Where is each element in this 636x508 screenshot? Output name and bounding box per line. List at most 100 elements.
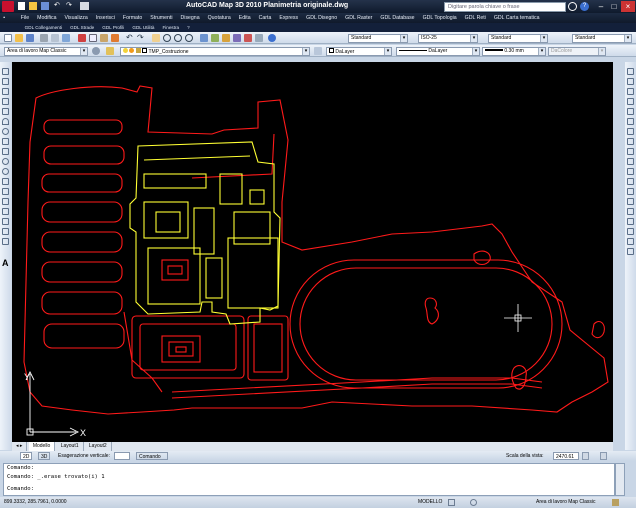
menu-item[interactable]: Express	[276, 13, 301, 23]
menu-item[interactable]: GDL Reti	[461, 13, 489, 23]
spline-icon[interactable]	[2, 148, 9, 155]
redo-tool-icon[interactable]: ↷	[137, 34, 145, 42]
menu-item[interactable]: Inserisci	[93, 13, 119, 23]
scale-icon[interactable]	[627, 138, 634, 145]
open-icon[interactable]	[29, 2, 37, 10]
command-window[interactable]: Comando: Comando: _.erase trovato(i) 1 C…	[3, 463, 615, 496]
command-prompt[interactable]: Comando:	[7, 486, 34, 492]
command-scrollbar[interactable]	[615, 463, 625, 496]
menu-item[interactable]: GDL Strade	[67, 23, 98, 32]
ellipse-icon[interactable]	[2, 158, 9, 165]
workspace-select[interactable]: Area di lavoro Map Classic ▾	[4, 46, 88, 56]
chamfer-icon[interactable]	[627, 198, 634, 205]
properties-icon[interactable]	[200, 34, 208, 42]
table-style-select[interactable]: Standard ▾	[488, 33, 548, 43]
undo-tool-icon[interactable]: ↶	[126, 34, 134, 42]
search-input[interactable]: Digitare parola chiave o frase	[444, 2, 566, 12]
menu-item[interactable]: GDL Carta tematica	[491, 13, 543, 23]
rectangle-icon[interactable]	[2, 108, 9, 115]
text-style-select[interactable]: Standard ▾	[348, 33, 408, 43]
drawing-area[interactable]: Y X	[12, 62, 613, 442]
view-3d-button[interactable]: 3D	[38, 452, 51, 460]
circle-icon[interactable]	[2, 128, 9, 135]
menu-item[interactable]: Finestra	[159, 23, 182, 32]
explode-icon[interactable]	[627, 218, 634, 225]
hatch-icon[interactable]	[2, 208, 9, 215]
break-icon[interactable]	[627, 178, 634, 185]
app-logo-icon[interactable]	[2, 1, 14, 12]
menu-item[interactable]: Modifica	[34, 13, 60, 23]
zoom-icon[interactable]	[470, 499, 477, 506]
menu-item[interactable]: ?	[184, 23, 193, 32]
menu-item[interactable]: Carta	[255, 13, 274, 23]
layout-icon[interactable]	[448, 499, 455, 506]
pan-icon[interactable]	[152, 34, 160, 42]
arc-icon[interactable]	[2, 118, 9, 125]
menu-item[interactable]: Formato	[120, 13, 146, 23]
mirror-icon[interactable]	[627, 88, 634, 95]
trim-icon[interactable]	[627, 158, 634, 165]
polyline-icon[interactable]	[2, 88, 9, 95]
ellipse-arc-icon[interactable]	[2, 168, 9, 175]
command-button[interactable]: Comando	[136, 452, 168, 460]
line-icon[interactable]	[2, 68, 9, 75]
zoom-realtime-icon[interactable]	[163, 34, 171, 42]
lineweight-select[interactable]: 0.30 mm ▾	[482, 46, 546, 56]
menu-item[interactable]: GDL Raster	[342, 13, 376, 23]
coordinates-readout[interactable]: 899.3332, 285.7961, 0.0000	[4, 499, 67, 505]
scale-lock-icon[interactable]	[582, 452, 589, 460]
paste-icon[interactable]	[100, 34, 108, 42]
point-icon[interactable]	[2, 198, 9, 205]
extend-icon[interactable]	[627, 168, 634, 175]
menu-item[interactable]: GDL Collegamenti	[21, 23, 65, 32]
copy-object-icon[interactable]	[627, 78, 634, 85]
new-icon[interactable]	[18, 2, 25, 10]
menu-icon[interactable]: ▪	[0, 13, 16, 23]
text-icon[interactable]: A	[2, 259, 9, 268]
modify-extra-icon[interactable]	[627, 248, 634, 255]
workspace-settings-icon[interactable]	[92, 47, 100, 55]
multileader-style-select[interactable]: Standard ▾	[572, 33, 632, 43]
dim-style-select[interactable]: ISO-25 ▾	[418, 33, 478, 43]
tab-nav-icon[interactable]: ◂ ▸	[12, 442, 28, 451]
menu-item[interactable]: Edita	[235, 13, 253, 23]
zoom-window-icon[interactable]	[174, 34, 182, 42]
menu-item[interactable]: File	[17, 13, 32, 23]
menu-item[interactable]: Disegna	[177, 13, 203, 23]
match-properties-icon[interactable]	[111, 34, 119, 42]
move-icon[interactable]	[627, 118, 634, 125]
linetype-select[interactable]: DaLayer ▾	[396, 46, 480, 56]
tool-palettes-icon[interactable]	[222, 34, 230, 42]
menu-item[interactable]: GDL Profili	[99, 23, 128, 32]
help-tool-icon[interactable]	[268, 34, 276, 42]
workspace-status-button[interactable]: Area di lavoro Map Classic	[536, 499, 595, 505]
construction-line-icon[interactable]	[2, 78, 9, 85]
table-icon[interactable]	[2, 238, 9, 245]
scale-input[interactable]: 2470.61	[553, 452, 579, 460]
copy-icon[interactable]	[89, 34, 97, 42]
stretch-icon[interactable]	[627, 148, 634, 155]
layer-select[interactable]: TMP_Costruzione ▾	[120, 46, 310, 56]
offset-icon[interactable]	[627, 98, 634, 105]
join-icon[interactable]	[627, 188, 634, 195]
erase-icon[interactable]	[627, 68, 634, 75]
menu-item[interactable]: GDL Topologia	[419, 13, 460, 23]
open-file-icon[interactable]	[15, 34, 23, 42]
markup-icon[interactable]	[244, 34, 252, 42]
design-center-icon[interactable]	[211, 34, 219, 42]
cut-icon[interactable]	[78, 34, 86, 42]
maximize-button[interactable]: □	[607, 1, 621, 12]
publish-icon[interactable]	[62, 34, 70, 42]
tab-model[interactable]: Modello	[28, 442, 56, 451]
model-space-button[interactable]: MODELLO	[418, 499, 442, 505]
array-icon[interactable]	[627, 108, 634, 115]
insert-block-icon[interactable]	[2, 178, 9, 185]
color-select[interactable]: DaLayer ▾	[326, 46, 392, 56]
revision-cloud-icon[interactable]	[2, 138, 9, 145]
rotate-icon[interactable]	[627, 128, 634, 135]
region-icon[interactable]	[2, 228, 9, 235]
menu-item[interactable]: GDL Database	[377, 13, 418, 23]
menu-item[interactable]: Quotatura	[204, 13, 234, 23]
preview-icon[interactable]	[51, 34, 59, 42]
tab-layout1[interactable]: Layout1	[57, 442, 84, 451]
